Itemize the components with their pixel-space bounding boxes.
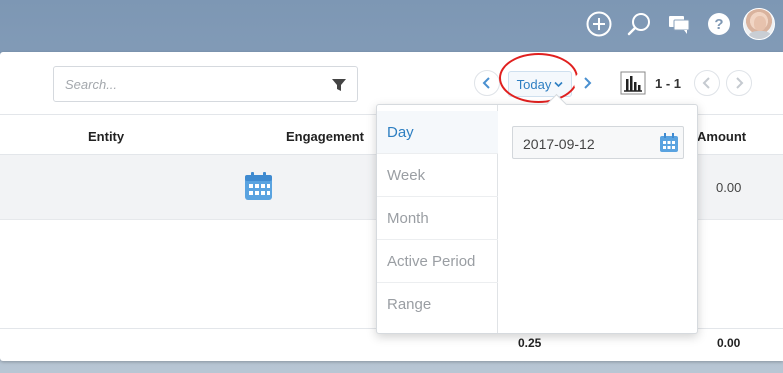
- column-header-engagement[interactable]: Engagement: [286, 129, 364, 144]
- bar-chart-icon[interactable]: [620, 71, 646, 95]
- column-header-entity[interactable]: Entity: [88, 129, 124, 144]
- pager-count: 1 - 1: [655, 76, 682, 91]
- period-option-month[interactable]: Month: [377, 197, 498, 240]
- search-input[interactable]: Search...: [53, 66, 358, 102]
- pager-next-button[interactable]: [726, 70, 752, 96]
- column-header-amount[interactable]: Amount: [697, 129, 746, 144]
- previous-period-button[interactable]: [474, 70, 500, 96]
- top-bar: ?: [0, 0, 783, 50]
- date-value: 2017-09-12: [523, 136, 595, 152]
- period-option-day[interactable]: Day: [377, 111, 498, 154]
- search-icon[interactable]: [624, 9, 654, 39]
- chat-icon[interactable]: [664, 9, 694, 39]
- plus-circle-icon[interactable]: [584, 9, 614, 39]
- svg-text:?: ?: [714, 16, 723, 33]
- row-amount: 0.00: [716, 180, 742, 195]
- total-value: 0.25: [518, 336, 542, 350]
- total-amount: 0.00: [717, 336, 741, 350]
- chevron-right-icon: [736, 77, 744, 89]
- next-period-button[interactable]: [574, 70, 600, 96]
- pager-previous-button[interactable]: [694, 70, 720, 96]
- period-dropdown: Day Week Month Active Period Range 2017-…: [376, 104, 698, 334]
- calendar-icon[interactable]: [659, 133, 679, 153]
- period-option-active-period[interactable]: Active Period: [377, 240, 498, 283]
- chevron-left-icon: [482, 77, 490, 89]
- period-option-week[interactable]: Week: [377, 154, 498, 197]
- chevron-right-icon: [584, 77, 592, 89]
- date-input[interactable]: 2017-09-12: [512, 126, 684, 159]
- help-icon[interactable]: ?: [704, 9, 734, 39]
- avatar[interactable]: [743, 8, 775, 40]
- period-option-range[interactable]: Range: [377, 283, 498, 326]
- search-placeholder: Search...: [65, 77, 118, 92]
- calendar-icon[interactable]: [244, 172, 273, 201]
- period-options-list: Day Week Month Active Period Range: [377, 105, 498, 333]
- filter-icon[interactable]: [331, 77, 347, 93]
- highlight-circle: [499, 53, 578, 103]
- chevron-left-icon: [702, 77, 710, 89]
